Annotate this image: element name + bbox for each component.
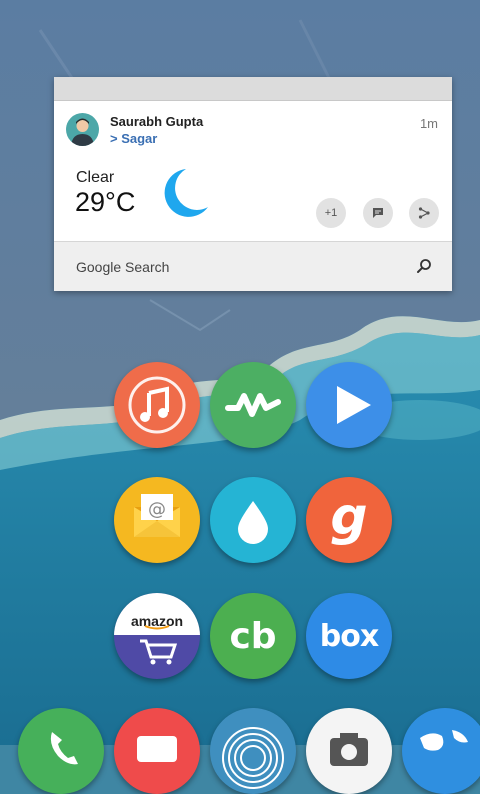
app-amazon[interactable]: amazon — [114, 593, 200, 679]
app-email[interactable]: @ — [114, 477, 200, 563]
app-music[interactable] — [114, 362, 200, 448]
search-icon[interactable] — [416, 258, 432, 274]
google-search-bar[interactable]: Google Search — [54, 241, 452, 291]
g-letter-icon: g — [330, 487, 368, 547]
phone-icon — [50, 732, 78, 765]
app-phone[interactable] — [18, 708, 104, 794]
location-link[interactable]: > Sagar — [110, 131, 157, 146]
envelope-icon: @ — [134, 494, 180, 537]
share-icon — [418, 207, 430, 219]
box-icon: box — [319, 618, 379, 654]
comment-icon — [373, 208, 383, 218]
app-gaana[interactable]: g — [306, 477, 392, 563]
weather-condition: Clear — [76, 169, 115, 186]
app-browser[interactable] — [402, 708, 480, 794]
water-drop-icon — [238, 501, 268, 544]
app-activity[interactable] — [210, 362, 296, 448]
music-note-icon — [128, 376, 186, 434]
shopping-cart-icon — [140, 625, 178, 665]
app-fingerprint[interactable] — [210, 708, 296, 794]
svg-text:@: @ — [148, 499, 166, 520]
app-cashback[interactable]: cb — [210, 593, 296, 679]
plus-one-button[interactable]: +1 — [316, 198, 346, 228]
camera-icon — [330, 733, 368, 766]
globe-icon — [420, 730, 468, 751]
app-camera[interactable] — [306, 708, 392, 794]
play-icon — [337, 386, 371, 424]
fingerprint-icon — [222, 727, 284, 789]
cb-icon: cb — [229, 615, 277, 657]
app-drop[interactable] — [210, 477, 296, 563]
temperature: 29°C — [75, 187, 136, 217]
app-box[interactable]: box — [306, 593, 392, 679]
search-label: Google Search — [76, 259, 170, 275]
timestamp: 1m — [419, 116, 438, 131]
app-messages[interactable] — [114, 708, 200, 794]
comment-button[interactable] — [363, 198, 393, 228]
user-name: Saurabh Gupta — [110, 114, 204, 129]
share-button[interactable] — [409, 198, 439, 228]
message-icon — [137, 736, 177, 762]
app-play[interactable] — [306, 362, 392, 448]
moon-icon — [164, 167, 210, 224]
notification-card[interactable]: Saurabh Gupta > Sagar 1m Clear 29°C +1 G… — [54, 77, 452, 291]
avatar[interactable] — [66, 113, 99, 146]
plus-one-label: +1 — [324, 207, 338, 219]
pulse-wave-icon — [225, 393, 281, 417]
card-top-bar — [54, 77, 452, 101]
